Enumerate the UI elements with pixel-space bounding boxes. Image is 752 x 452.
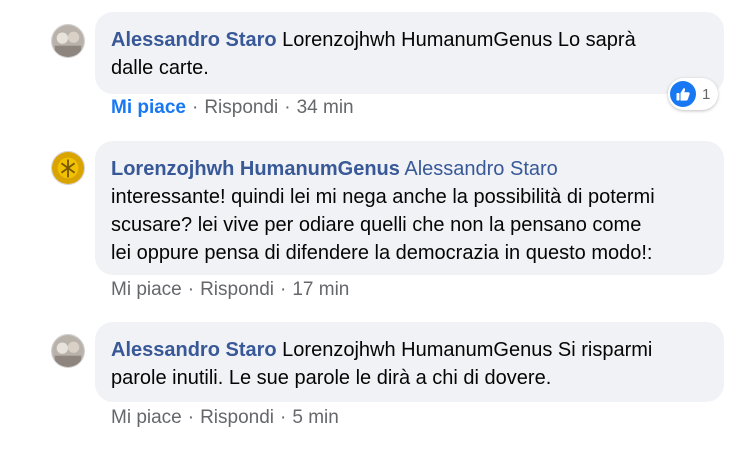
separator: · (187, 407, 195, 428)
avatar[interactable] (51, 334, 85, 368)
separator: · (280, 407, 287, 428)
author-name[interactable]: Alessandro Staro (111, 29, 277, 51)
reaction-number: 1 (702, 85, 711, 103)
comment-line: Alessandro Staro Lorenzojhwh HumanumGenu… (111, 336, 708, 364)
comment-actions: Mi piace · Rispondi · 17 min (111, 278, 349, 302)
author-name[interactable]: Lorenzojhwh HumanumGenus (111, 158, 400, 180)
separator: · (280, 279, 287, 300)
author-name[interactable]: Alessandro Staro (111, 339, 277, 361)
like-link[interactable]: Mi piace (111, 279, 182, 300)
avatar[interactable] (51, 24, 85, 58)
reaction-count[interactable]: 1 (668, 78, 719, 110)
separator: · (187, 279, 195, 300)
comment-actions: Mi piace · Rispondi · 34 min (111, 96, 354, 120)
like-link[interactable]: Mi piace (111, 407, 182, 428)
reply-link[interactable]: Rispondi (200, 279, 274, 300)
timestamp[interactable]: 5 min (292, 407, 338, 428)
comment-text: Lorenzojhwh HumanumGenus Lo saprà (282, 29, 636, 51)
timestamp[interactable]: 17 min (292, 279, 349, 300)
like-link[interactable]: Mi piace (111, 97, 186, 118)
comment-bubble: Lorenzojhwh HumanumGenus Alessandro Star… (95, 141, 724, 275)
mention-link[interactable]: Alessandro Staro (404, 158, 557, 180)
comment-text: Lorenzojhwh HumanumGenus Si risparmi (282, 339, 653, 361)
comment-text: scusare? lei vive per odiare quelli che … (111, 214, 642, 236)
separator: · (191, 97, 199, 118)
thumbs-up-icon (670, 81, 696, 107)
reply-link[interactable]: Rispondi (200, 407, 274, 428)
avatar[interactable] (51, 151, 85, 185)
comment-line: Lorenzojhwh HumanumGenus Alessandro Star… (111, 155, 708, 183)
timestamp[interactable]: 34 min (297, 97, 354, 118)
comment-line: Alessandro Staro Lorenzojhwh HumanumGenu… (111, 26, 708, 54)
comment-text: lei oppure pensa di difendere la democra… (111, 242, 653, 264)
comment-bubble: Alessandro Staro Lorenzojhwh HumanumGenu… (95, 322, 724, 402)
comment-text: interessante! quindi lei mi nega anche l… (111, 186, 655, 208)
comment-text: parole inutili. Le sue parole le dirà a … (111, 367, 552, 389)
comment-bubble: Alessandro Staro Lorenzojhwh HumanumGenu… (95, 12, 724, 94)
comment-actions: Mi piace · Rispondi · 5 min (111, 406, 339, 430)
separator: · (284, 97, 291, 118)
reply-link[interactable]: Rispondi (204, 97, 278, 118)
comment-text: dalle carte. (111, 57, 209, 79)
